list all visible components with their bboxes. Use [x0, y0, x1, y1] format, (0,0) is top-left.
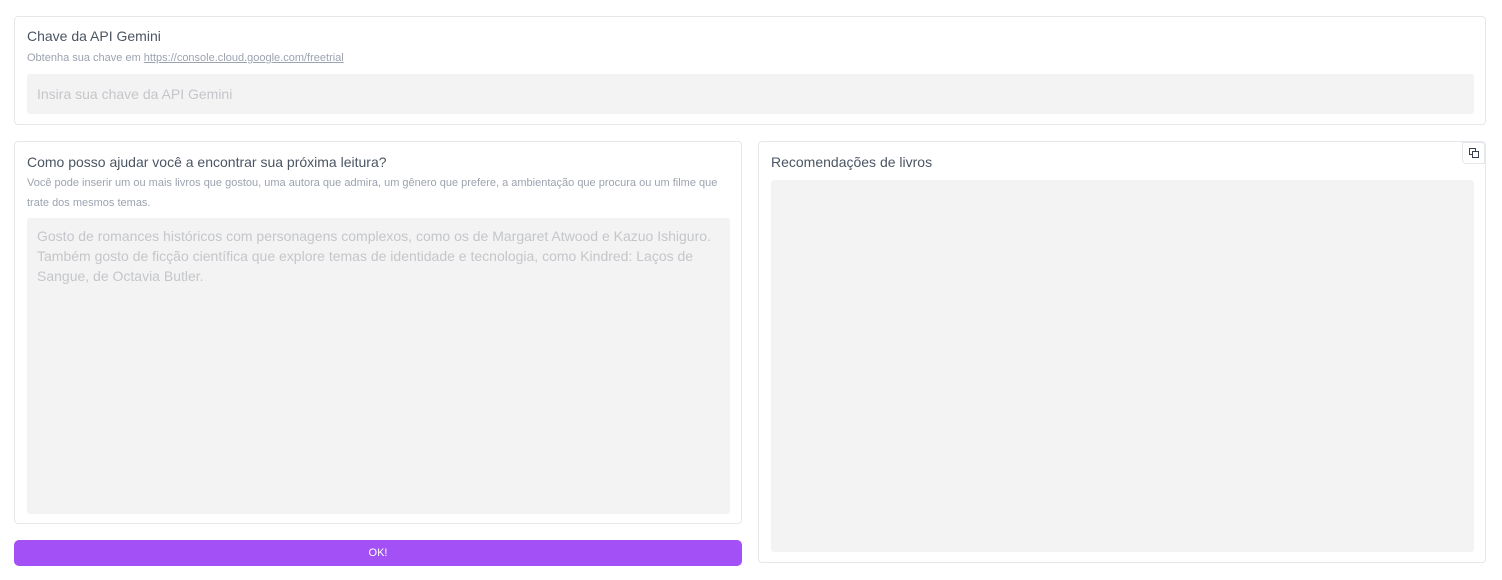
api-key-info: Obtenha sua chave em https://console.clo… — [27, 48, 344, 68]
ok-button[interactable]: OK! — [14, 540, 742, 566]
api-key-info-text: Obtenha sua chave em — [27, 52, 144, 64]
copy-icon — [1468, 148, 1479, 158]
question-info: Você pode inserir um ou mais livros que … — [27, 177, 718, 209]
question-panel: Como posso ajudar você a encontrar sua p… — [14, 141, 742, 524]
api-key-label: Chave da API Gemini — [27, 28, 161, 44]
api-key-panel: Chave da API Gemini Obtenha sua chave em… — [14, 16, 1486, 125]
copy-button[interactable] — [1462, 142, 1485, 164]
question-textarea[interactable] — [27, 218, 730, 514]
question-label: Como posso ajudar você a encontrar sua p… — [27, 154, 387, 170]
recommendations-output — [771, 180, 1474, 552]
recommendations-label: Recomendações de livros — [771, 154, 933, 170]
recommendations-panel: Recomendações de livros — [758, 141, 1486, 563]
api-key-input[interactable] — [27, 74, 1474, 114]
api-key-link[interactable]: https://console.cloud.google.com/freetri… — [144, 52, 344, 64]
